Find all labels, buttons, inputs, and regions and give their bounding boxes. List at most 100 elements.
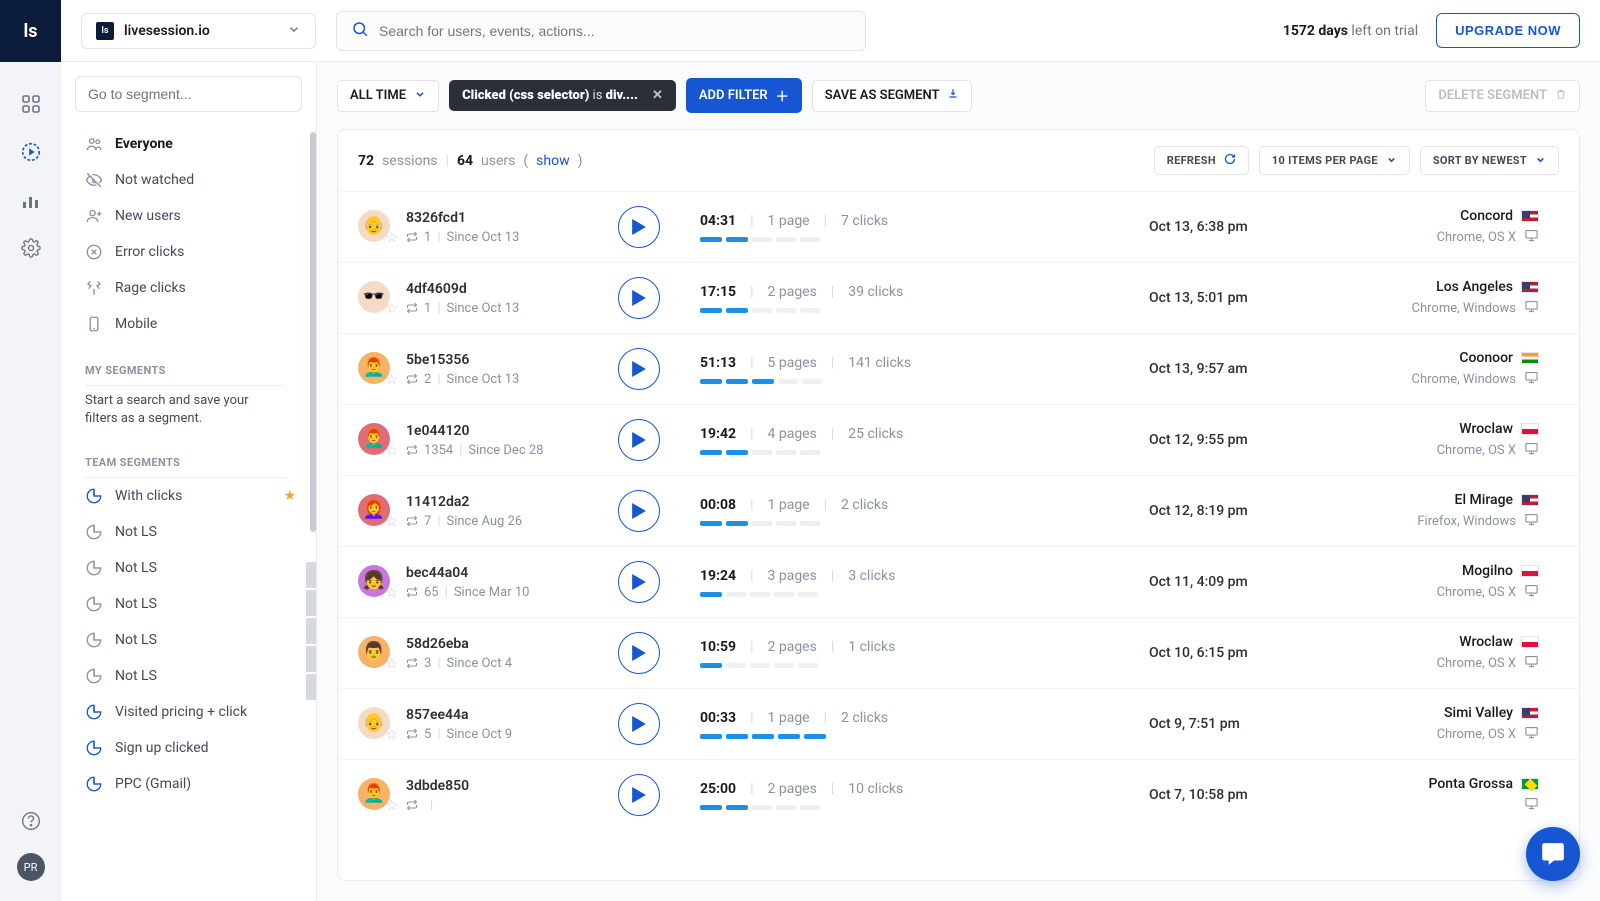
segment-item-with-clicks[interactable]: With clicks★ <box>61 478 306 514</box>
activity-bar <box>700 663 1129 668</box>
star-outline-icon[interactable]: ☆ <box>385 798 398 814</box>
delete-segment-button[interactable]: DELETE SEGMENT <box>1425 80 1580 112</box>
add-filter-button[interactable]: ADD FILTER ＋ <box>686 78 802 113</box>
segment-item-sign-up-clicked[interactable]: Sign up clicked <box>61 730 306 766</box>
pages-count: 3 pages <box>768 568 817 584</box>
star-outline-icon[interactable]: ☆ <box>385 230 398 246</box>
duration: 00:08 <box>700 497 736 513</box>
segment-item-not-ls[interactable]: Not LS <box>61 550 306 586</box>
segment-label: Everyone <box>115 136 173 152</box>
segment-item-not-watched[interactable]: Not watched <box>61 162 306 198</box>
play-button[interactable] <box>618 490 660 532</box>
refresh-icon <box>1224 153 1236 168</box>
settings-icon[interactable] <box>19 236 43 260</box>
since-text: Since Oct 9 <box>447 727 513 742</box>
session-row[interactable]: ☆58d26eba3|Since Oct 410:59|2 pages|1 cl… <box>338 618 1579 689</box>
segment-item-ppc-gmail-[interactable]: PPC (Gmail) <box>61 766 306 802</box>
segment-item-not-ls[interactable]: Not LS <box>61 586 306 622</box>
upgrade-button[interactable]: UPGRADE NOW <box>1436 13 1580 48</box>
segment-item-mobile[interactable]: Mobile <box>61 306 306 342</box>
play-button[interactable] <box>618 419 660 461</box>
x-circle-icon <box>85 243 103 261</box>
play-button[interactable] <box>618 348 660 390</box>
repeat-icon <box>406 515 418 527</box>
segment-item-error-clicks[interactable]: Error clicks <box>61 234 306 270</box>
env-text: Chrome, Windows <box>1412 301 1517 316</box>
activity-bar <box>700 308 1129 313</box>
segment-item-new-users[interactable]: New users <box>61 198 306 234</box>
play-button[interactable] <box>618 703 660 745</box>
session-row[interactable]: ☆857ee44a5|Since Oct 900:33|1 page|2 cli… <box>338 689 1579 760</box>
dashboard-icon[interactable] <box>19 92 43 116</box>
star-outline-icon[interactable]: ☆ <box>385 656 398 672</box>
duration: 10:59 <box>700 639 736 655</box>
duration: 25:00 <box>700 781 736 797</box>
flag-icon <box>1521 352 1539 364</box>
segment-label: Error clicks <box>115 244 184 260</box>
user-id: 1e044120 <box>406 423 543 439</box>
city-name: Mogilno <box>1462 563 1513 579</box>
my-segments-empty: Start a search and save your filters as … <box>61 386 306 434</box>
session-row[interactable]: ☆5be153562|Since Oct 1351:13|5 pages|141… <box>338 334 1579 405</box>
segment-label: With clicks <box>115 488 182 504</box>
segment-item-rage-clicks[interactable]: Rage clicks <box>61 270 306 306</box>
goto-segment-input[interactable] <box>75 76 302 112</box>
user-avatar[interactable]: PR <box>17 853 45 881</box>
close-icon[interactable]: ✕ <box>652 88 663 103</box>
chevron-down-icon <box>1386 154 1397 168</box>
sort-dropdown[interactable]: SORT BY NEWEST <box>1420 146 1559 175</box>
sessions-icon[interactable] <box>19 140 43 164</box>
session-row[interactable]: ☆11412da27|Since Aug 2600:08|1 page|2 cl… <box>338 476 1579 547</box>
star-outline-icon[interactable]: ☆ <box>385 301 398 317</box>
star-outline-icon[interactable]: ☆ <box>385 514 398 530</box>
segment-item-not-ls[interactable]: Not LS <box>61 622 306 658</box>
filter-chip-clicked[interactable]: Clicked (css selector) is div.... ✕ <box>449 80 676 111</box>
segment-item-not-ls[interactable]: Not LS <box>61 658 306 694</box>
analytics-icon[interactable] <box>19 188 43 212</box>
segment-item-everyone[interactable]: Everyone <box>61 126 306 162</box>
flag-icon <box>1521 778 1539 790</box>
activity-bar <box>700 450 1129 455</box>
play-button[interactable] <box>618 774 660 816</box>
help-icon[interactable] <box>19 809 43 833</box>
project-dropdown[interactable]: ls livesession.io <box>81 13 316 49</box>
date-range-chip[interactable]: ALL TIME <box>337 80 439 112</box>
play-button[interactable] <box>618 561 660 603</box>
user-id: 11412da2 <box>406 494 522 510</box>
monitor-icon <box>1524 299 1539 318</box>
since-text: Since Aug 26 <box>447 514 523 529</box>
save-as-segment-button[interactable]: SAVE AS SEGMENT <box>812 80 973 112</box>
chevron-down-icon <box>414 88 426 104</box>
monitor-icon <box>1524 583 1539 602</box>
play-button[interactable] <box>618 206 660 248</box>
star-outline-icon[interactable]: ☆ <box>385 443 398 459</box>
segment-item-visited-pricing-click[interactable]: Visited pricing + click <box>61 694 306 730</box>
search-input[interactable] <box>379 23 851 39</box>
flag-icon <box>1521 565 1539 577</box>
chat-fab[interactable] <box>1526 827 1580 881</box>
people-icon <box>85 135 103 153</box>
segment-label: Not LS <box>115 668 157 684</box>
session-row[interactable]: ☆4df4609d1|Since Oct 1317:15|2 pages|39 … <box>338 263 1579 334</box>
refresh-button[interactable]: REFRESH <box>1154 146 1249 175</box>
star-outline-icon[interactable]: ☆ <box>385 585 398 601</box>
play-button[interactable] <box>618 632 660 674</box>
star-outline-icon[interactable]: ☆ <box>385 372 398 388</box>
perpage-dropdown[interactable]: 10 ITEMS PER PAGE <box>1259 146 1410 175</box>
session-row[interactable]: ☆3dbde850|25:00|2 pages|10 clicksOct 7, … <box>338 760 1579 830</box>
repeat-icon <box>406 444 418 456</box>
session-row[interactable]: ☆bec44a0465|Since Mar 1019:24|3 pages|3 … <box>338 547 1579 618</box>
segment-item-not-ls[interactable]: Not LS <box>61 514 306 550</box>
env-text: Chrome, OS X <box>1437 727 1516 742</box>
session-row[interactable]: ☆1e0441201354|Since Dec 2819:42|4 pages|… <box>338 405 1579 476</box>
scrollbar-thumb[interactable] <box>310 132 316 532</box>
visit-count: 2 <box>424 372 431 387</box>
star-outline-icon[interactable]: ☆ <box>385 727 398 743</box>
user-id: 8326fcd1 <box>406 210 519 226</box>
pie-icon <box>85 703 103 721</box>
clicks-count: 2 clicks <box>841 497 888 513</box>
play-button[interactable] <box>618 277 660 319</box>
session-row[interactable]: ☆8326fcd11|Since Oct 1304:31|1 page|7 cl… <box>338 192 1579 263</box>
show-users-link[interactable]: show <box>536 153 569 169</box>
clicks-count: 1 clicks <box>848 639 895 655</box>
